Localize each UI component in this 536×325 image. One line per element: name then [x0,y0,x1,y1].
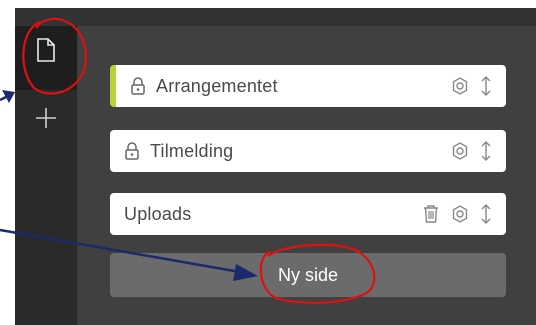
lock-icon [122,141,142,161]
lock-icon [128,76,148,96]
plus-icon[interactable] [15,100,77,136]
top-bar [15,8,536,26]
page-item-tilmelding[interactable]: Tilmelding [110,130,506,172]
page-item-label: Tilmelding [150,140,234,161]
annotation-arrow-page-icon [0,93,11,102]
reorder-icon[interactable] [480,203,492,225]
annotation-arrowhead-page-icon [2,90,15,103]
page-item-label: Uploads [124,203,192,224]
reorder-icon[interactable] [480,75,492,97]
page-item-uploads[interactable]: Uploads [110,193,506,235]
gear-icon[interactable] [450,204,470,224]
page-item-arrangementet[interactable]: Arrangementet [110,65,506,107]
gear-icon[interactable] [450,141,470,161]
reorder-icon[interactable] [480,140,492,162]
new-page-button[interactable]: Ny side [110,253,506,297]
page-item-label: Arrangementet [156,75,278,96]
gear-icon[interactable] [450,76,470,96]
trash-icon[interactable] [422,204,440,224]
page-icon[interactable] [15,26,77,74]
